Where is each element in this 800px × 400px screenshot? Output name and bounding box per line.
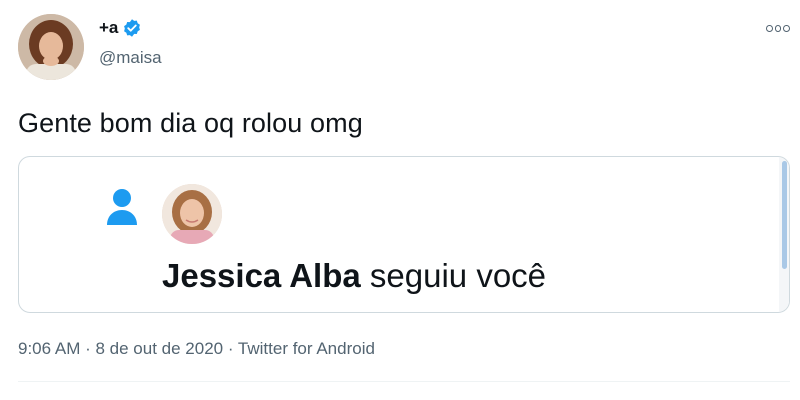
- tweet-time[interactable]: 9:06 AM: [18, 339, 80, 358]
- follower-avatar: [162, 184, 222, 244]
- tweet-source[interactable]: Twitter for Android: [238, 339, 375, 358]
- person-icon: [107, 189, 137, 225]
- more-dot: [766, 24, 773, 32]
- tweet-date[interactable]: 8 de out de 2020: [95, 339, 223, 358]
- more-options-icon[interactable]: [766, 22, 791, 34]
- author-handle[interactable]: @maisa: [99, 48, 162, 68]
- tweet: +a @maisa Gente bom dia oq rolou omg Jes…: [0, 0, 800, 400]
- follow-action-text: seguiu você: [360, 257, 547, 294]
- notification-text: Jessica Alba seguiu você: [162, 257, 546, 295]
- tweet-text: Gente bom dia oq rolou omg: [18, 108, 363, 138]
- author-avatar[interactable]: [18, 14, 84, 80]
- follower-name: Jessica Alba: [162, 257, 361, 294]
- author-display-name-text: +a: [99, 18, 119, 37]
- author-display-name[interactable]: +a: [99, 18, 142, 38]
- more-dot: [783, 24, 791, 32]
- verified-badge-icon: [122, 18, 142, 38]
- more-dot: [774, 24, 782, 32]
- tweet-meta: 9:06 AM · 8 de out de 2020 · Twitter for…: [18, 339, 375, 359]
- meta-separator: ·: [80, 339, 96, 358]
- media-scrollbar-thumb[interactable]: [782, 161, 787, 269]
- meta-separator: ·: [223, 339, 238, 358]
- divider: [18, 381, 790, 382]
- media-scrollbar[interactable]: [779, 157, 789, 312]
- tweet-media-image[interactable]: Jessica Alba seguiu você: [18, 156, 790, 313]
